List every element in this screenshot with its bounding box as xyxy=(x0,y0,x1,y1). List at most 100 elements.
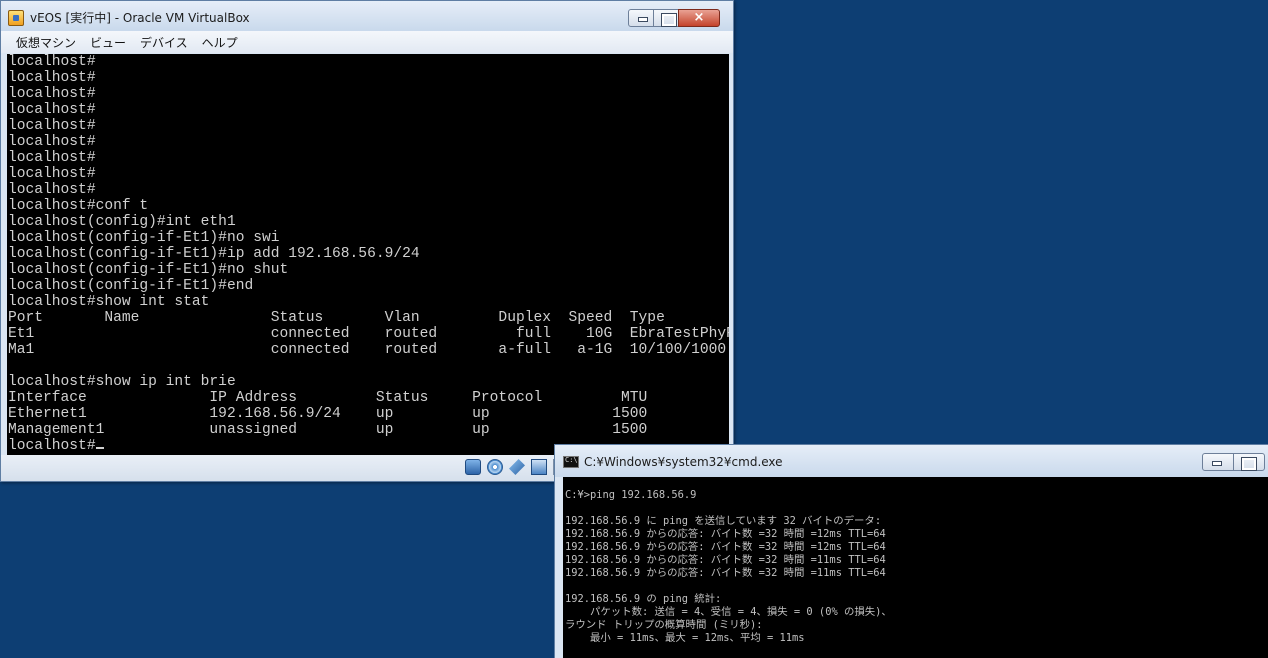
console-line-text: localhost(config-if-Et1)#ip add 192.168.… xyxy=(8,246,420,262)
console-line: Ma1 connected routed a-full a-1G 10/100/… xyxy=(7,342,729,358)
minimize-icon xyxy=(1203,454,1233,470)
cmd-maximize-button[interactable] xyxy=(1233,453,1265,471)
console-line: 192.168.56.9 からの応答: バイト数 =32 時間 =11ms TT… xyxy=(563,554,1268,567)
console-line: localhost# xyxy=(7,54,729,70)
console-line: C:¥>ping 192.168.56.9 xyxy=(563,489,1268,502)
virtualbox-app-icon xyxy=(8,10,24,26)
virtualbox-window[interactable]: vEOS [実行中] - Oracle VM VirtualBox × 仮想マシ… xyxy=(0,0,734,482)
console-line-text: localhost#show int stat xyxy=(8,294,210,310)
console-line: localhost# xyxy=(7,118,729,134)
network-icon[interactable] xyxy=(531,459,547,475)
console-line: localhost#conf t xyxy=(7,198,729,214)
console-line-text: C:¥>ping 192.168.56.9 xyxy=(565,489,697,501)
console-line-text: 192.168.56.9 からの応答: バイト数 =32 時間 =11ms TT… xyxy=(565,554,886,566)
console-line: localhost# xyxy=(7,166,729,182)
vbox-minimize-button[interactable] xyxy=(628,9,654,27)
vbox-maximize-button[interactable] xyxy=(653,9,679,27)
console-line: localhost# xyxy=(7,70,729,86)
cmd-app-icon xyxy=(563,456,579,468)
console-line: 192.168.56.9 からの応答: バイト数 =32 時間 =11ms TT… xyxy=(563,567,1268,580)
console-line-text: Port Name Status Vlan Duplex Speed Type xyxy=(8,310,665,326)
console-line-text: 192.168.56.9 からの応答: バイト数 =32 時間 =12ms TT… xyxy=(565,528,886,540)
vbox-title-bar[interactable]: vEOS [実行中] - Oracle VM VirtualBox × xyxy=(1,1,733,31)
console-line: localhost(config-if-Et1)#no swi xyxy=(7,230,729,246)
console-line-text: 最小 = 11ms、最大 = 12ms、平均 = 11ms xyxy=(565,632,805,644)
console-line-text: localhost# xyxy=(8,166,96,182)
console-line: 最小 = 11ms、最大 = 12ms、平均 = 11ms xyxy=(563,632,1268,645)
console-line: localhost#show ip int brie xyxy=(7,374,729,390)
console-line-text: localhost# xyxy=(8,86,96,102)
console-line: ラウンド トリップの概算時間 (ミリ秒): xyxy=(563,619,1268,632)
menu-devices[interactable]: デバイス xyxy=(133,34,195,51)
menu-machine[interactable]: 仮想マシン xyxy=(9,34,83,51)
console-line-text: localhost# xyxy=(8,150,96,166)
vbox-window-title: vEOS [実行中] - Oracle VM VirtualBox xyxy=(30,11,250,25)
maximize-icon xyxy=(1234,454,1264,471)
console-line-text: localhost(config-if-Et1)#end xyxy=(8,278,254,294)
vbox-menu-bar: 仮想マシン ビュー デバイス ヘルプ xyxy=(1,31,733,53)
console-line-text: localhost# xyxy=(8,118,96,134)
text-cursor xyxy=(95,447,104,449)
console-line: 192.168.56.9 からの応答: バイト数 =32 時間 =12ms TT… xyxy=(563,541,1268,554)
console-line: Ethernet1 192.168.56.9/24 up up 1500 xyxy=(7,406,729,422)
console-line: Et1 connected routed full 10G EbraTestPh… xyxy=(7,326,729,342)
console-line-text: ラウンド トリップの概算時間 (ミリ秒): xyxy=(565,619,763,631)
console-line-text: localhost# xyxy=(8,182,96,198)
console-line: Port Name Status Vlan Duplex Speed Type xyxy=(7,310,729,326)
console-line: localhost# xyxy=(7,150,729,166)
console-line-text: 192.168.56.9 からの応答: バイト数 =32 時間 =12ms TT… xyxy=(565,541,886,553)
cmd-window-controls xyxy=(1202,453,1265,471)
console-line-text: 192.168.56.9 の ping 統計: xyxy=(565,593,722,605)
console-line-text: localhost# xyxy=(8,70,96,86)
menu-help[interactable]: ヘルプ xyxy=(195,34,245,51)
menu-view[interactable]: ビュー xyxy=(83,34,133,51)
console-line: localhost# xyxy=(7,182,729,198)
console-line: localhost# xyxy=(7,86,729,102)
console-line-text: 192.168.56.9 に ping を送信しています 32 バイトのデータ: xyxy=(565,515,882,527)
vbox-close-button[interactable]: × xyxy=(678,9,720,27)
console-line-text: localhost# xyxy=(8,134,96,150)
console-line-text: localhost(config)#int eth1 xyxy=(8,214,236,230)
cmd-console-screen[interactable]: C:¥>ping 192.168.56.9 192.168.56.9 に ping… xyxy=(563,477,1268,658)
console-line: localhost(config-if-Et1)#no shut xyxy=(7,262,729,278)
console-line: 192.168.56.9 に ping を送信しています 32 バイトのデータ: xyxy=(563,515,1268,528)
vm-console-screen[interactable]: localhost# localhost# localhost# localhost#… xyxy=(7,54,729,455)
console-line-text: Interface IP Address Status Protocol MTU xyxy=(8,390,648,406)
console-line-text: localhost(config-if-Et1)#no swi xyxy=(8,230,280,246)
console-line-text: localhost#show ip int brie xyxy=(8,374,236,390)
usb-icon[interactable] xyxy=(509,459,525,475)
console-line: Management1 unassigned up up 1500 xyxy=(7,422,729,438)
cmd-window-title: C:¥Windows¥system32¥cmd.exe xyxy=(584,455,783,469)
console-line: localhost# xyxy=(7,102,729,118)
optical-disc-icon[interactable] xyxy=(487,459,503,475)
close-icon: × xyxy=(693,10,705,25)
console-line: 192.168.56.9 からの応答: バイト数 =32 時間 =12ms TT… xyxy=(563,528,1268,541)
console-line-text: Et1 connected routed full 10G EbraTestPh… xyxy=(8,326,729,342)
console-line-text: localhost# xyxy=(8,438,96,454)
console-line-text: パケット数: 送信 = 4、受信 = 4、損失 = 0 (0% の損失)、 xyxy=(565,606,892,618)
console-line-text: Ethernet1 192.168.56.9/24 up up 1500 xyxy=(8,406,648,422)
console-line-text: Ma1 connected routed a-full a-1G 10/100/… xyxy=(8,342,727,358)
console-line-text: localhost(config-if-Et1)#no shut xyxy=(8,262,289,278)
maximize-icon xyxy=(654,10,678,27)
console-line: パケット数: 送信 = 4、受信 = 4、損失 = 0 (0% の損失)、 xyxy=(563,606,1268,619)
console-line: 192.168.56.9 の ping 統計: xyxy=(563,593,1268,606)
cmd-title-bar[interactable]: C:¥Windows¥system32¥cmd.exe xyxy=(555,445,1268,477)
console-line-text: localhost# xyxy=(8,54,96,70)
cmd-window[interactable]: C:¥Windows¥system32¥cmd.exe C:¥>ping 192… xyxy=(554,444,1268,658)
console-line: localhost(config)#int eth1 xyxy=(7,214,729,230)
console-line: localhost#show int stat xyxy=(7,294,729,310)
console-line: localhost# xyxy=(7,134,729,150)
minimize-icon xyxy=(629,10,653,26)
console-line-text: Management1 unassigned up up 1500 xyxy=(8,422,648,438)
cmd-minimize-button[interactable] xyxy=(1202,453,1234,471)
console-line-text: 192.168.56.9 からの応答: バイト数 =32 時間 =11ms TT… xyxy=(565,567,886,579)
hard-disk-icon[interactable] xyxy=(465,459,481,475)
vbox-window-controls: × xyxy=(628,9,720,27)
console-line-text: localhost# xyxy=(8,102,96,118)
console-line: Interface IP Address Status Protocol MTU xyxy=(7,390,729,406)
console-line-text: localhost#conf t xyxy=(8,198,149,214)
